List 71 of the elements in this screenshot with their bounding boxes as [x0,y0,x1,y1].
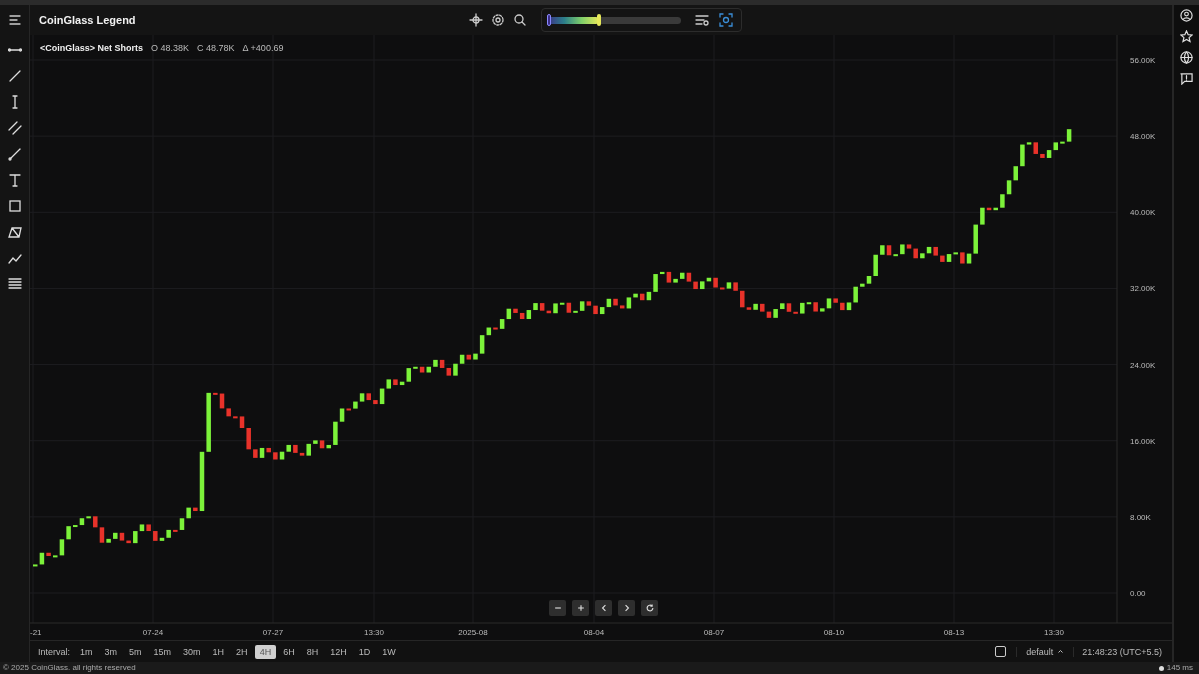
zoom-out-button[interactable] [549,600,566,616]
axis-label: 08-10 [823,628,845,637]
axis-label: 07-24 [142,628,164,637]
chart-title: CoinGlass Legend [39,14,137,26]
axis-label: 8.00K [1130,512,1151,522]
interval-option[interactable]: 12H [325,644,352,659]
axis-label: 40.00K [1130,208,1156,218]
axis-label: -21 [30,628,42,637]
legend-value: Δ +400.69 [242,43,284,53]
interval-option[interactable]: 3m [99,644,123,659]
reset-button[interactable] [641,600,658,616]
legend-value: C 48.78K [197,43,235,53]
axis-label: 56.00K [1130,56,1156,65]
interval-option[interactable]: 4H [254,644,277,659]
interval-option[interactable]: 1D [353,644,376,659]
move-icon[interactable] [469,13,483,27]
slider-handle[interactable] [547,13,551,26]
scroll-right-button[interactable] [618,600,635,616]
reset-icon [644,603,655,613]
axis-label: 08-04 [583,628,605,637]
caret-icon [1057,648,1065,655]
legend-value: O 48.38K [151,43,190,53]
interval-option[interactable]: 30m [178,644,206,659]
checkbox[interactable] [995,646,1007,657]
ray-icon[interactable] [7,147,22,161]
axis-label: 13:30 [364,628,384,637]
search-icon[interactable] [513,13,527,27]
trend-line-icon[interactable] [7,69,22,83]
axis-label: 48.00K [1130,132,1156,142]
feedback-icon[interactable] [1180,72,1193,85]
axis-label: 32.00K [1130,284,1156,294]
axis-label: 08-13 [943,628,965,637]
interval-option[interactable]: 6H [278,644,300,659]
trapezoid-icon[interactable] [7,225,22,239]
slider-handle[interactable] [597,13,602,26]
interval-label: Interval: [38,646,70,657]
interval-option[interactable]: 2H [231,644,253,659]
axis-label: 13:30 [1044,628,1064,637]
zoom-in-icon [575,603,586,613]
axis-label: 0.00 [1130,589,1146,598]
scroll-left-button[interactable] [595,600,612,616]
axis-label: 2025-08 [458,628,488,637]
text-tool-icon[interactable] [7,173,22,187]
user-icon[interactable] [1180,9,1193,22]
star-icon[interactable] [1180,30,1193,43]
axis-label: 16.00K [1130,436,1156,446]
series-name: <CoinGlass> Net Shorts [40,43,144,53]
axis-label: 07-27 [262,628,284,637]
interval-option[interactable]: 1m [75,644,98,659]
clock: 21:48:23 (UTC+5.5) [1081,646,1163,657]
globe-icon[interactable] [1180,51,1193,64]
theme-selector[interactable]: default [1016,646,1075,657]
interval-option[interactable]: 1H [207,644,230,659]
interval-option[interactable]: 8H [301,644,324,659]
color-range-slider[interactable] [547,16,681,24]
axis-label: 08-07 [703,628,725,637]
latency-text: 145 ms [1166,663,1193,673]
copyright-text: © 2025 CoinGlass. all rights reserved [3,663,136,673]
zoom-in-button[interactable] [572,600,589,616]
interval-option[interactable]: 5m [124,644,147,659]
screenshot-icon[interactable] [719,13,733,27]
list-icon[interactable] [7,277,22,291]
interval-option[interactable]: 1W [377,644,401,659]
axis-label: 24.00K [1130,360,1156,370]
settings-icon[interactable] [491,13,505,27]
menu-icon[interactable] [7,13,22,27]
rectangle-icon[interactable] [7,199,22,213]
parallel-channel-icon[interactable] [7,121,22,135]
status-dot-icon [1158,665,1164,671]
filter-settings-icon[interactable] [695,13,709,27]
interval-option[interactable]: 15m [148,644,177,659]
